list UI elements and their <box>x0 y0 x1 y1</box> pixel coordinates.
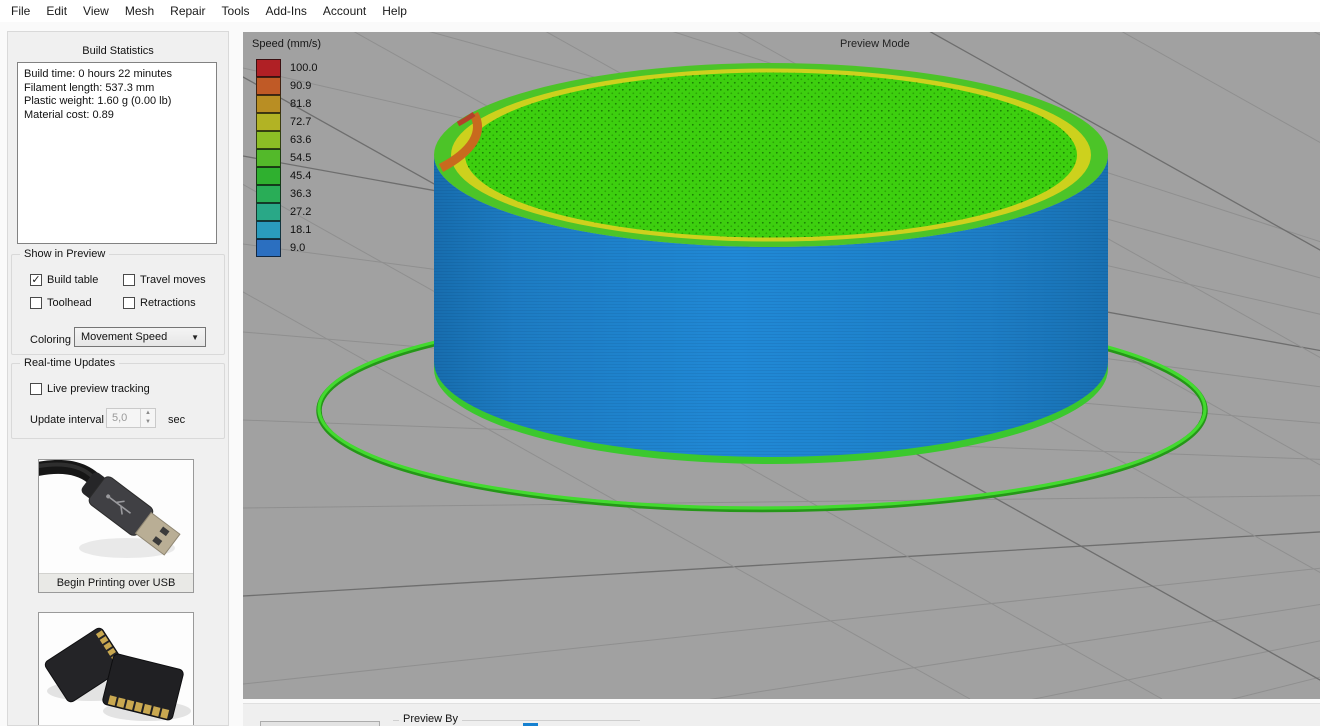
build-statistics-title: Build Statistics <box>8 45 228 57</box>
legend-value: 27.2 <box>290 206 311 218</box>
legend-value: 54.5 <box>290 152 311 164</box>
speed-legend-scale: 100.0 90.9 81.8 72.7 63.6 54.5 45.4 36.3… <box>256 59 321 257</box>
legend-entry: 72.7 <box>256 113 321 131</box>
preview-bottom-bar: Preview By <box>243 703 1320 726</box>
show-in-preview-title: Show in Preview <box>20 248 109 260</box>
legend-value: 72.7 <box>290 116 311 128</box>
top-infill-texture <box>465 73 1077 238</box>
checkbox-icon <box>123 297 135 309</box>
coloring-dropdown[interactable]: Movement Speed ▼ <box>74 327 206 347</box>
preview-sidebar: Build Statistics Build time: 0 hours 22 … <box>7 31 229 726</box>
usb-cable-image <box>39 460 193 573</box>
speed-legend: Speed (mm/s) 100.0 90.9 81.8 72.7 63.6 5… <box>252 38 321 257</box>
legend-entry: 27.2 <box>256 203 321 221</box>
stat-plastic-weight: Plastic weight: 1.60 g (0.00 lb) <box>24 95 210 109</box>
scene-canvas <box>243 32 1320 699</box>
spinner-up-icon[interactable]: ▲ <box>141 409 155 418</box>
legend-entry: 81.8 <box>256 95 321 113</box>
coloring-dropdown-value: Movement Speed <box>81 331 187 343</box>
checkbox-toolhead[interactable]: Toolhead <box>30 297 92 309</box>
checkbox-label: Travel moves <box>140 274 206 286</box>
legend-swatch <box>256 77 281 95</box>
sd-cards-image <box>39 613 193 726</box>
legend-entry: 54.5 <box>256 149 321 167</box>
bottom-bar-button[interactable] <box>260 721 380 726</box>
stat-material-cost: Material cost: 0.89 <box>24 109 210 123</box>
menu-view[interactable]: View <box>75 1 117 21</box>
checkbox-travel-moves[interactable]: Travel moves <box>123 274 206 286</box>
menu-account[interactable]: Account <box>315 1 374 21</box>
realtime-updates-group: Real-time Updates Live preview tracking … <box>11 363 225 439</box>
legend-entry: 63.6 <box>256 131 321 149</box>
legend-swatch <box>256 59 281 77</box>
update-interval-label: Update interval <box>30 414 104 426</box>
model-cylinder <box>434 63 1108 464</box>
spinner-buttons: ▲ ▼ <box>140 409 155 427</box>
menu-help[interactable]: Help <box>374 1 415 21</box>
legend-swatch <box>256 239 281 257</box>
checkbox-label: Toolhead <box>47 297 92 309</box>
legend-swatch <box>256 221 281 239</box>
speed-legend-title: Speed (mm/s) <box>252 38 321 50</box>
legend-swatch <box>256 131 281 149</box>
sd-card-button[interactable] <box>38 612 194 726</box>
legend-swatch <box>256 203 281 221</box>
legend-swatch <box>256 149 281 167</box>
checkbox-icon <box>30 297 42 309</box>
update-interval-unit: sec <box>168 414 185 426</box>
legend-value: 9.0 <box>290 242 305 254</box>
legend-entry: 90.9 <box>256 77 321 95</box>
menu-repair[interactable]: Repair <box>162 1 213 21</box>
legend-swatch <box>256 167 281 185</box>
stat-build-time: Build time: 0 hours 22 minutes <box>24 68 210 82</box>
checkbox-retractions[interactable]: Retractions <box>123 297 196 309</box>
coloring-label: Coloring <box>30 334 71 346</box>
legend-swatch <box>256 113 281 131</box>
legend-value: 63.6 <box>290 134 311 146</box>
legend-value: 100.0 <box>290 62 318 74</box>
checkbox-icon <box>123 274 135 286</box>
legend-entry: 45.4 <box>256 167 321 185</box>
begin-printing-usb-button[interactable]: Begin Printing over USB <box>38 459 194 593</box>
build-statistics-box: Build time: 0 hours 22 minutes Filament … <box>17 62 217 244</box>
menu-addins[interactable]: Add-Ins <box>258 1 315 21</box>
checkbox-label: Live preview tracking <box>47 383 150 395</box>
legend-swatch <box>256 95 281 113</box>
legend-value: 81.8 <box>290 98 311 110</box>
menu-edit[interactable]: Edit <box>38 1 75 21</box>
update-interval-spinner[interactable]: 5,0 ▲ ▼ <box>106 408 156 428</box>
update-interval-value: 5,0 <box>107 409 140 427</box>
checkbox-build-table[interactable]: Build table <box>30 274 98 286</box>
preview-3d-viewport[interactable]: Speed (mm/s) 100.0 90.9 81.8 72.7 63.6 5… <box>243 32 1320 699</box>
chevron-down-icon: ▼ <box>191 333 199 342</box>
menu-tools[interactable]: Tools <box>214 1 258 21</box>
preview-by-label: Preview By <box>399 713 462 725</box>
legend-entry: 36.3 <box>256 185 321 203</box>
checkbox-live-preview-tracking[interactable]: Live preview tracking <box>30 383 150 395</box>
checkbox-label: Build table <box>47 274 98 286</box>
checkbox-label: Retractions <box>140 297 196 309</box>
menu-file[interactable]: File <box>3 1 38 21</box>
spinner-down-icon[interactable]: ▼ <box>141 418 155 427</box>
menu-mesh[interactable]: Mesh <box>117 1 162 21</box>
legend-value: 45.4 <box>290 170 311 182</box>
legend-swatch <box>256 185 281 203</box>
menu-bar: File Edit View Mesh Repair Tools Add-Ins… <box>0 0 1320 22</box>
legend-entry: 100.0 <box>256 59 321 77</box>
checkbox-icon <box>30 274 42 286</box>
usb-button-caption: Begin Printing over USB <box>39 573 193 592</box>
legend-value: 36.3 <box>290 188 311 200</box>
show-in-preview-group: Show in Preview Build table Travel moves… <box>11 254 225 355</box>
stat-filament-length: Filament length: 537.3 mm <box>24 82 210 96</box>
legend-entry: 18.1 <box>256 221 321 239</box>
realtime-updates-title: Real-time Updates <box>20 357 119 369</box>
legend-entry: 9.0 <box>256 239 321 257</box>
preview-mode-label: Preview Mode <box>840 38 910 50</box>
legend-value: 18.1 <box>290 224 311 236</box>
checkbox-icon <box>30 383 42 395</box>
legend-value: 90.9 <box>290 80 311 92</box>
